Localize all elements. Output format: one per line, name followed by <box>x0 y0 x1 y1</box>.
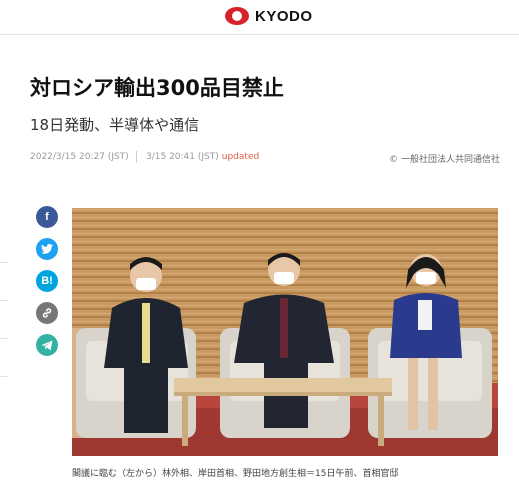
site-header: KYODO <box>0 0 519 35</box>
share-bar: f B! <box>36 206 58 356</box>
meta-divider <box>136 151 137 163</box>
twitter-icon <box>41 244 53 254</box>
photo-caption: 閣議に臨む（左から）林外相、岸田首相、野田地方創生相＝15日午前、首相官邸 <box>72 469 399 479</box>
article-photo <box>72 208 498 456</box>
telegram-icon <box>41 340 53 350</box>
updated-time: 3/15 20:41 (JST) <box>146 152 219 162</box>
facebook-share-button[interactable]: f <box>36 206 58 228</box>
logo-text: KYODO <box>255 7 313 25</box>
facebook-icon: f <box>45 211 49 223</box>
telegram-share-button[interactable] <box>36 334 58 356</box>
twitter-share-button[interactable] <box>36 238 58 260</box>
updated-label: updated <box>221 152 260 162</box>
hatena-bookmark-icon: B! <box>41 275 53 287</box>
copyright: © 一般社団法人共同通信社 <box>389 155 500 165</box>
copy-link-button[interactable] <box>36 302 58 324</box>
kyodo-logo[interactable]: KYODO <box>225 7 313 25</box>
hatena-bookmark-button[interactable]: B! <box>36 270 58 292</box>
kyodo-logo-icon <box>225 7 249 25</box>
link-icon <box>42 308 52 318</box>
published-time: 2022/3/15 20:27 (JST) <box>30 152 129 162</box>
updated-info: 3/15 20:41 (JST) updated <box>146 152 259 162</box>
article-subtitle: 18日発動、半導体や通信 <box>30 116 200 134</box>
article-title: 対ロシア輸出300品目禁止 <box>30 76 284 100</box>
